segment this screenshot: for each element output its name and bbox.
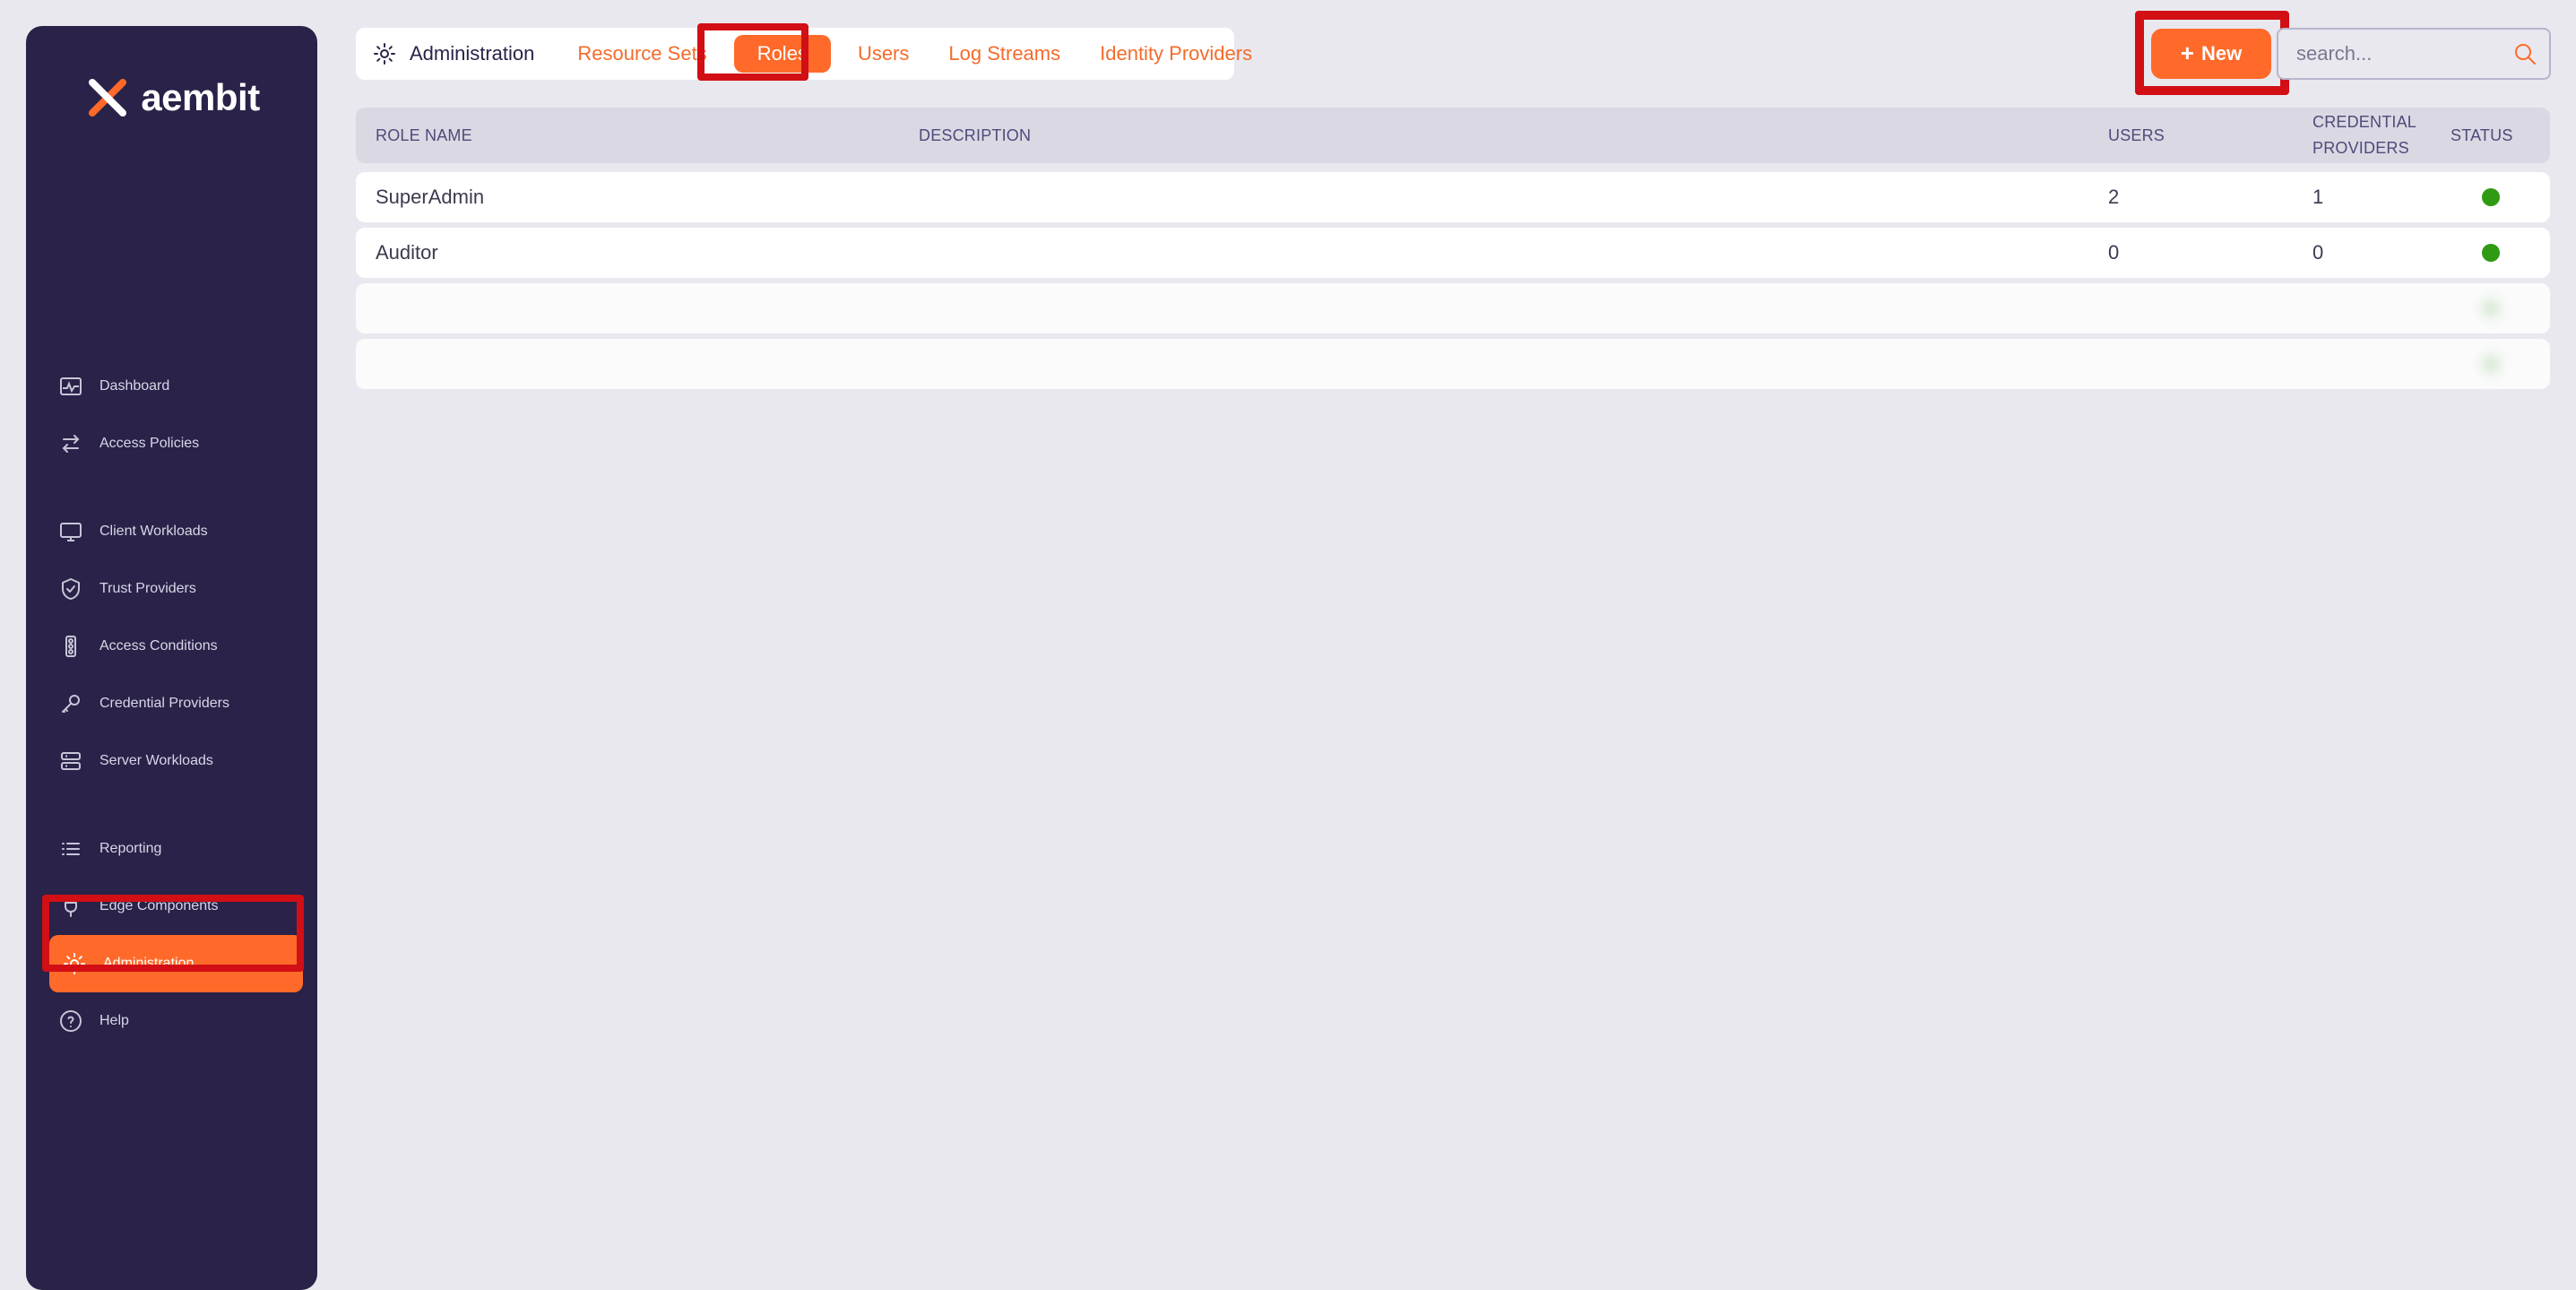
- table-row[interactable]: [356, 283, 2550, 333]
- users-count: 0: [2108, 241, 2120, 264]
- sidebar-group-2: Client Workloads Trust Providers Access …: [58, 503, 294, 790]
- sidebar-item-label: Access Conditions: [99, 638, 218, 654]
- column-credential-providers: CREDENTIAL PROVIDERS: [2312, 113, 2417, 157]
- traffic-light-icon: [58, 634, 83, 659]
- tab-identity-providers[interactable]: Identity Providers: [1080, 35, 1272, 73]
- admin-tabs: Resource Sets Roles Users Log Streams Id…: [558, 35, 1272, 73]
- column-description: DESCRIPTION: [919, 126, 1032, 144]
- sidebar-item-label: Administration: [103, 956, 194, 971]
- column-status: STATUS: [2451, 126, 2513, 144]
- sidebar-item-credential-providers[interactable]: Credential Providers: [58, 675, 294, 732]
- table-body: SuperAdmin 2 1 Auditor 0 0: [356, 172, 2550, 389]
- sidebar-group-1: Dashboard Access Policies: [58, 358, 294, 472]
- breadcrumb: Administration: [372, 41, 534, 66]
- roles-table: ROLE NAME DESCRIPTION USERS CREDENTIAL P…: [356, 108, 2550, 394]
- sidebar-nav: Dashboard Access Policies Client Workloa…: [26, 358, 317, 1080]
- plus-icon: +: [2180, 39, 2194, 66]
- status-active-dot: [2482, 355, 2500, 373]
- table-row[interactable]: Auditor 0 0: [356, 228, 2550, 278]
- sidebar-item-reporting[interactable]: Reporting: [58, 820, 294, 878]
- list-icon: [58, 836, 83, 861]
- gear-icon: [372, 41, 397, 66]
- sidebar-item-label: Trust Providers: [99, 581, 196, 596]
- users-count: 2: [2108, 186, 2120, 208]
- credential-providers-count: 1: [2312, 186, 2324, 208]
- sidebar-item-administration[interactable]: Administration: [49, 935, 303, 992]
- table-row[interactable]: [356, 339, 2550, 389]
- sidebar-item-label: Credential Providers: [99, 696, 229, 711]
- search-field[interactable]: [2277, 28, 2551, 80]
- new-button-label: New: [2200, 42, 2243, 65]
- role-name: Auditor: [376, 241, 438, 264]
- column-role-name: ROLE NAME: [376, 126, 472, 144]
- sidebar-item-label: Client Workloads: [99, 524, 208, 539]
- sidebar-item-server-workloads[interactable]: Server Workloads: [58, 732, 294, 790]
- sidebar-item-trust-providers[interactable]: Trust Providers: [58, 560, 294, 618]
- status-active-dot: [2482, 299, 2500, 317]
- status-active-dot: [2482, 244, 2500, 262]
- status-active-dot: [2482, 188, 2500, 206]
- gear-icon: [62, 951, 87, 976]
- x-logo-icon: [83, 74, 132, 122]
- sidebar-item-access-conditions[interactable]: Access Conditions: [58, 618, 294, 675]
- key-icon: [58, 691, 83, 716]
- search-input[interactable]: [2295, 41, 2511, 66]
- sidebar: aembit Dashboard Access Policies Client …: [26, 26, 317, 1290]
- search-icon[interactable]: [2511, 40, 2538, 67]
- sidebar-group-3: Reporting Edge Components Administration…: [49, 820, 303, 1050]
- sidebar-item-dashboard[interactable]: Dashboard: [58, 358, 294, 415]
- status-cell: [2451, 299, 2570, 317]
- sidebar-item-label: Help: [99, 1013, 129, 1028]
- tab-roles[interactable]: Roles: [733, 35, 831, 73]
- plug-icon: [58, 894, 83, 919]
- sidebar-item-access-policies[interactable]: Access Policies: [58, 415, 294, 472]
- shield-check-icon: [58, 576, 83, 602]
- sidebar-item-edge-components[interactable]: Edge Components: [58, 878, 294, 935]
- tab-resource-sets[interactable]: Resource Sets: [558, 35, 726, 73]
- status-cell: [2451, 188, 2570, 206]
- status-cell: [2451, 244, 2570, 262]
- table-header: ROLE NAME DESCRIPTION USERS CREDENTIAL P…: [356, 108, 2550, 163]
- table-row[interactable]: SuperAdmin 2 1: [356, 172, 2550, 222]
- breadcrumb-label: Administration: [410, 42, 535, 65]
- sidebar-item-label: Edge Components: [99, 898, 219, 913]
- sidebar-item-label: Dashboard: [99, 378, 170, 394]
- server-icon: [58, 749, 83, 774]
- pulse-icon: [58, 374, 83, 399]
- column-users: USERS: [2108, 126, 2165, 144]
- tab-users[interactable]: Users: [838, 35, 929, 73]
- brand-logo[interactable]: aembit: [26, 71, 317, 125]
- sidebar-item-label: Access Policies: [99, 436, 200, 451]
- help-circle-icon: [58, 1009, 83, 1034]
- sidebar-item-help[interactable]: Help: [58, 992, 294, 1050]
- brand-wordmark: aembit: [141, 76, 260, 118]
- sidebar-item-label: Server Workloads: [99, 753, 213, 768]
- sidebar-item-client-workloads[interactable]: Client Workloads: [58, 503, 294, 560]
- credential-providers-count: 0: [2312, 241, 2324, 264]
- header-bar: Administration Resource Sets Roles Users…: [356, 28, 1252, 80]
- new-button[interactable]: + New: [2151, 29, 2271, 79]
- status-cell: [2451, 355, 2570, 373]
- monitor-icon: [58, 519, 83, 544]
- swap-arrows-icon: [58, 431, 83, 456]
- sidebar-item-label: Reporting: [99, 841, 162, 856]
- role-name: SuperAdmin: [376, 186, 485, 208]
- tab-log-streams[interactable]: Log Streams: [929, 35, 1080, 73]
